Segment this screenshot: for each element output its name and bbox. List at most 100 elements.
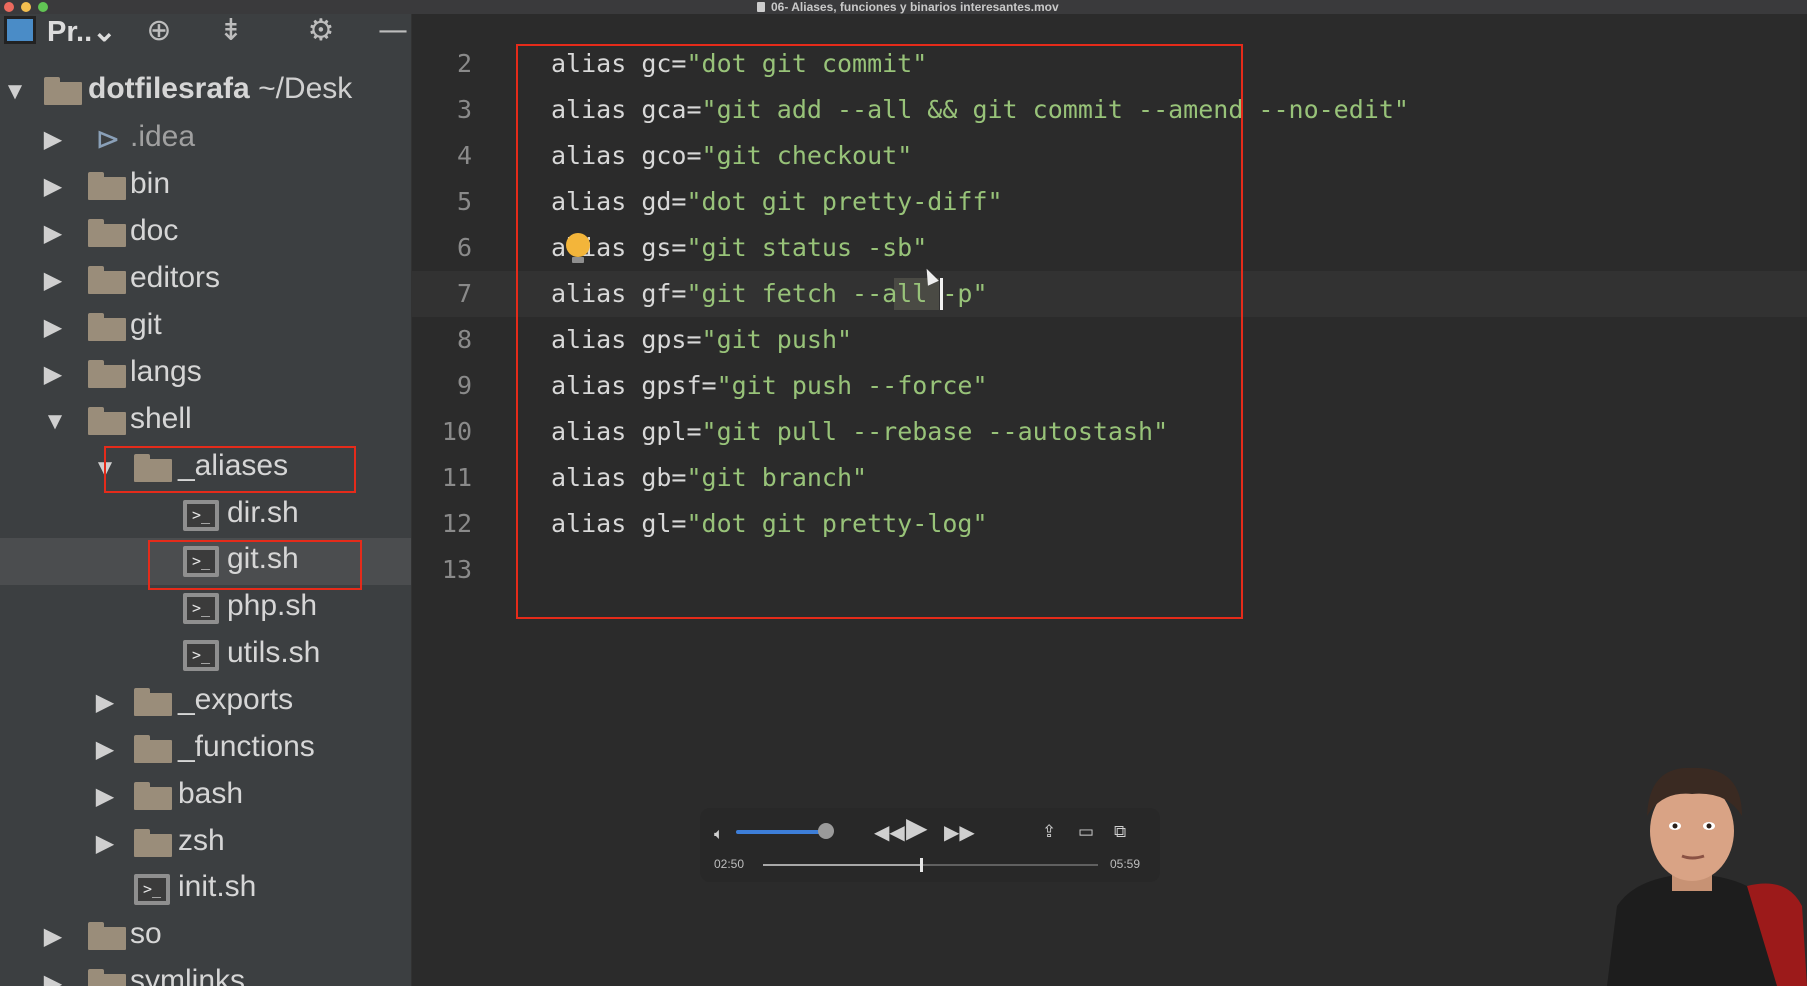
project-view-icon[interactable] <box>4 16 36 44</box>
tree-item-bash[interactable]: ▶ bash <box>0 773 411 820</box>
folder-icon <box>88 922 126 950</box>
elapsed-time: 02:50 <box>714 857 745 871</box>
folder-icon <box>134 688 172 716</box>
line-number: 12 <box>441 509 472 538</box>
pip-icon[interactable]: ⧉ <box>1114 822 1126 842</box>
chevron-right-icon[interactable]: ▶ <box>90 679 120 726</box>
line-number: 4 <box>456 141 472 170</box>
shell-file-icon: >_ <box>183 640 219 671</box>
folder-icon <box>88 172 126 200</box>
tree-item-label: so <box>130 917 162 950</box>
tree-item-label: php.sh <box>227 589 318 622</box>
shell-file-icon: >_ <box>134 874 170 905</box>
line-number: 6 <box>456 233 472 262</box>
collapse-icon[interactable]: ⇟ <box>212 14 250 48</box>
tree-item-label: .idea <box>130 120 196 153</box>
tree-item-label: editors <box>130 261 221 294</box>
chevron-right-icon[interactable]: ▶ <box>38 116 68 163</box>
tree-item-label: bin <box>130 167 171 200</box>
tree-item-exports[interactable]: ▶ _exports <box>0 679 411 726</box>
tree-item-zsh[interactable]: ▶ zsh <box>0 820 411 867</box>
tree-item-shell[interactable]: ▼ shell <box>0 398 411 445</box>
line-number: 13 <box>441 555 472 584</box>
tree-item-label: dir.sh <box>227 496 299 529</box>
window-titlebar: 06- Aliases, funciones y binarios intere… <box>0 0 1807 14</box>
tree-item-dir-sh[interactable]: >_ dir.sh <box>0 492 411 539</box>
chevron-right-icon[interactable]: ▶ <box>90 726 120 773</box>
line-number: 8 <box>456 325 472 354</box>
playback-scrubber[interactable] <box>763 858 1098 872</box>
close-window-button[interactable] <box>4 2 14 12</box>
chevron-right-icon[interactable]: ▶ <box>38 960 68 986</box>
play-icon[interactable]: ▶ <box>906 814 928 842</box>
highlight-git-aliases-block <box>516 44 1243 619</box>
tree-root-dotfilesrafa[interactable]: ▼ dotfilesrafa ~/Desk <box>0 68 411 115</box>
chevron-down-icon[interactable]: ▼ <box>0 68 30 115</box>
folder-icon <box>44 77 82 105</box>
chevron-right-icon[interactable]: ▶ <box>38 210 68 257</box>
tree-item-utils-sh[interactable]: >_ utils.sh <box>0 632 411 679</box>
chevron-right-icon[interactable]: ▶ <box>38 163 68 210</box>
highlight-aliases-folder <box>104 446 356 493</box>
project-panel: Pr..⌄ ⊕ ⇟ ⚙ — ▼ dotfilesrafa ~/Desk ▶ ⊳ .i… <box>0 0 412 986</box>
gear-icon[interactable]: ⚙ <box>302 14 340 48</box>
scrubber-playhead[interactable] <box>920 858 923 872</box>
document-icon <box>757 2 765 12</box>
chevron-right-icon[interactable]: ▶ <box>90 773 120 820</box>
tree-item-php-sh[interactable]: >_ php.sh <box>0 585 411 632</box>
tree-item-so[interactable]: ▶ so <box>0 913 411 960</box>
minimize-icon[interactable]: — <box>374 14 411 48</box>
line-number: 10 <box>441 417 472 446</box>
rewind-icon[interactable]: ◀◀ <box>874 822 905 842</box>
line-number: 2 <box>456 49 472 78</box>
tree-item-editors[interactable]: ▶ editors <box>0 257 411 304</box>
tree-item-functions[interactable]: ▶ _functions <box>0 726 411 773</box>
share-icon[interactable]: ⇪ <box>1042 822 1056 842</box>
chevron-right-icon[interactable]: ▶ <box>38 257 68 304</box>
project-view-selector[interactable]: Pr..⌄ <box>47 14 116 49</box>
chevron-down-icon[interactable]: ▼ <box>40 398 70 445</box>
tree-item-label: init.sh <box>178 870 257 903</box>
tree-item-symlinks[interactable]: ▶ symlinks <box>0 960 411 986</box>
minimize-window-button[interactable] <box>21 2 31 12</box>
volume-icon[interactable]: 🔈︎ <box>714 824 724 844</box>
total-time: 05:59 <box>1110 857 1141 871</box>
scrubber-fill <box>763 864 920 866</box>
folder-icon <box>88 219 126 247</box>
shell-file-icon: >_ <box>183 500 219 531</box>
airplay-icon[interactable]: ▭ <box>1078 822 1094 842</box>
tree-item-label: _functions <box>178 730 315 763</box>
zoom-window-button[interactable] <box>38 2 48 12</box>
tree-item-langs[interactable]: ▶ langs <box>0 351 411 398</box>
tree-item-idea[interactable]: ▶ ⊳ .idea <box>0 116 411 163</box>
chevron-right-icon[interactable]: ▶ <box>90 820 120 867</box>
volume-slider[interactable] <box>736 830 826 834</box>
chevron-right-icon[interactable]: ▶ <box>38 351 68 398</box>
folder-icon <box>134 735 172 763</box>
tree-item-label: bash <box>178 777 244 810</box>
chevron-right-icon[interactable]: ▶ <box>38 913 68 960</box>
tree-item-label: symlinks <box>130 964 246 986</box>
line-number: 7 <box>456 279 472 308</box>
chevron-down-icon: ⌄ <box>92 16 117 48</box>
chevron-right-icon[interactable]: ▶ <box>38 304 68 351</box>
tree-item-label: doc <box>130 214 179 247</box>
tree-item-doc[interactable]: ▶ doc <box>0 210 411 257</box>
tree-item-init-sh[interactable]: >_ init.sh <box>0 866 411 913</box>
folder-icon <box>88 407 126 435</box>
folder-icon <box>88 969 126 986</box>
tree-item-git[interactable]: ▶ git <box>0 304 411 351</box>
idea-folder-icon: ⊳ <box>95 123 121 156</box>
volume-slider-knob[interactable] <box>818 823 834 839</box>
tree-item-label: utils.sh <box>227 636 321 669</box>
tree-item-bin[interactable]: ▶ bin <box>0 163 411 210</box>
video-title: 06- Aliases, funciones y binarios intere… <box>757 0 1059 14</box>
video-player-controls[interactable]: 🔈︎ ◀◀ ▶ ▶▶ ⇪ ▭ ⧉ 02:50 05:59 <box>700 808 1160 882</box>
fast-forward-icon[interactable]: ▶▶ <box>944 822 975 842</box>
tree-item-label: langs <box>130 355 202 388</box>
tree-item-label: shell <box>130 402 192 435</box>
folder-icon <box>134 782 172 810</box>
folder-icon <box>134 829 172 857</box>
target-icon[interactable]: ⊕ <box>140 14 178 48</box>
tree-item-label: git <box>130 308 162 341</box>
